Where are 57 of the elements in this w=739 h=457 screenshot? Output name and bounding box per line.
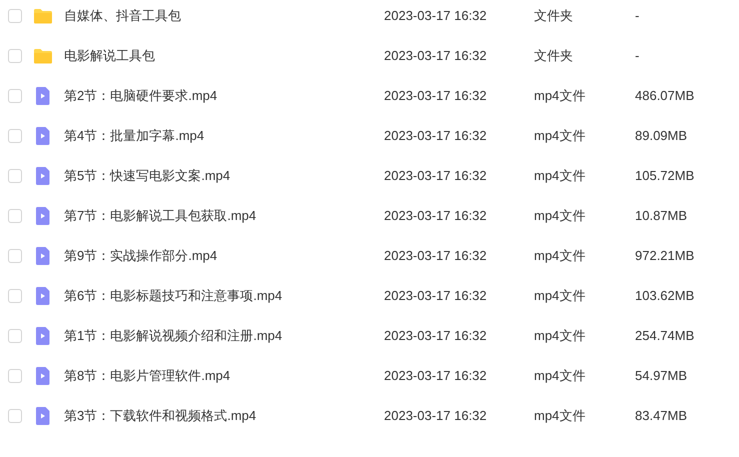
file-name[interactable]: 第9节：实战操作部分.mp4 [64, 246, 384, 266]
file-size: 10.87MB [635, 207, 688, 226]
file-name[interactable]: 第8节：电影片管理软件.mp4 [64, 366, 384, 386]
modified-date: 2023-03-17 16:32 [384, 47, 488, 66]
file-type: mp4文件 [534, 367, 586, 386]
modified-date: 2023-03-17 16:32 [384, 327, 488, 346]
file-type: mp4文件 [534, 167, 586, 186]
file-size: 972.21MB [635, 247, 694, 266]
folder-icon [33, 6, 53, 26]
file-type: mp4文件 [534, 287, 586, 306]
checkbox[interactable] [8, 209, 22, 223]
modified-date: 2023-03-17 16:32 [384, 287, 488, 306]
file-name[interactable]: 第4节：批量加字幕.mp4 [64, 126, 384, 146]
checkbox[interactable] [8, 289, 22, 303]
modified-date: 2023-03-17 16:32 [384, 7, 488, 26]
modified-date: 2023-03-17 16:32 [384, 367, 488, 386]
file-type: 文件夹 [534, 47, 574, 66]
file-type: mp4文件 [534, 247, 586, 266]
file-size: 54.97MB [635, 367, 688, 386]
checkbox[interactable] [8, 369, 22, 383]
checkbox[interactable] [8, 9, 22, 23]
file-type: mp4文件 [534, 407, 586, 426]
file-name[interactable]: 电影解说工具包 [64, 46, 384, 66]
file-name[interactable]: 第2节：电脑硬件要求.mp4 [64, 86, 384, 106]
modified-date: 2023-03-17 16:32 [384, 127, 488, 146]
modified-date: 2023-03-17 16:32 [384, 207, 488, 226]
file-size: 89.09MB [635, 127, 688, 146]
modified-date: 2023-03-17 16:32 [384, 87, 488, 106]
file-name[interactable]: 第1节：电影解说视频介绍和注册.mp4 [64, 326, 384, 346]
file-type: mp4文件 [534, 327, 586, 346]
file-name[interactable]: 自媒体、抖音工具包 [64, 6, 384, 26]
checkbox[interactable] [8, 409, 22, 423]
file-size: - [635, 47, 640, 66]
file-type: mp4文件 [534, 127, 586, 146]
file-size: 486.07MB [635, 87, 694, 106]
checkbox[interactable] [8, 249, 22, 263]
file-size: 103.62MB [635, 287, 694, 306]
file-name[interactable]: 第7节：电影解说工具包获取.mp4 [64, 206, 384, 226]
modified-date: 2023-03-17 16:32 [384, 247, 488, 266]
checkbox[interactable] [8, 129, 22, 143]
file-size: 83.47MB [635, 407, 688, 426]
folder-icon [33, 46, 53, 66]
file-size: 105.72MB [635, 167, 694, 186]
file-name[interactable]: 第5节：快速写电影文案.mp4 [64, 166, 384, 186]
file-type: mp4文件 [534, 207, 586, 226]
file-type: mp4文件 [534, 87, 586, 106]
modified-date: 2023-03-17 16:32 [384, 167, 488, 186]
file-type: 文件夹 [534, 7, 574, 26]
file-size: - [635, 7, 640, 26]
checkbox[interactable] [8, 49, 22, 63]
file-size: 254.74MB [635, 327, 694, 346]
file-name[interactable]: 第6节：电影标题技巧和注意事项.mp4 [64, 286, 384, 306]
checkbox[interactable] [8, 89, 22, 103]
checkbox[interactable] [8, 329, 22, 343]
modified-date: 2023-03-17 16:32 [384, 407, 488, 426]
file-name[interactable]: 第3节：下载软件和视频格式.mp4 [64, 406, 384, 426]
checkbox[interactable] [8, 169, 22, 183]
